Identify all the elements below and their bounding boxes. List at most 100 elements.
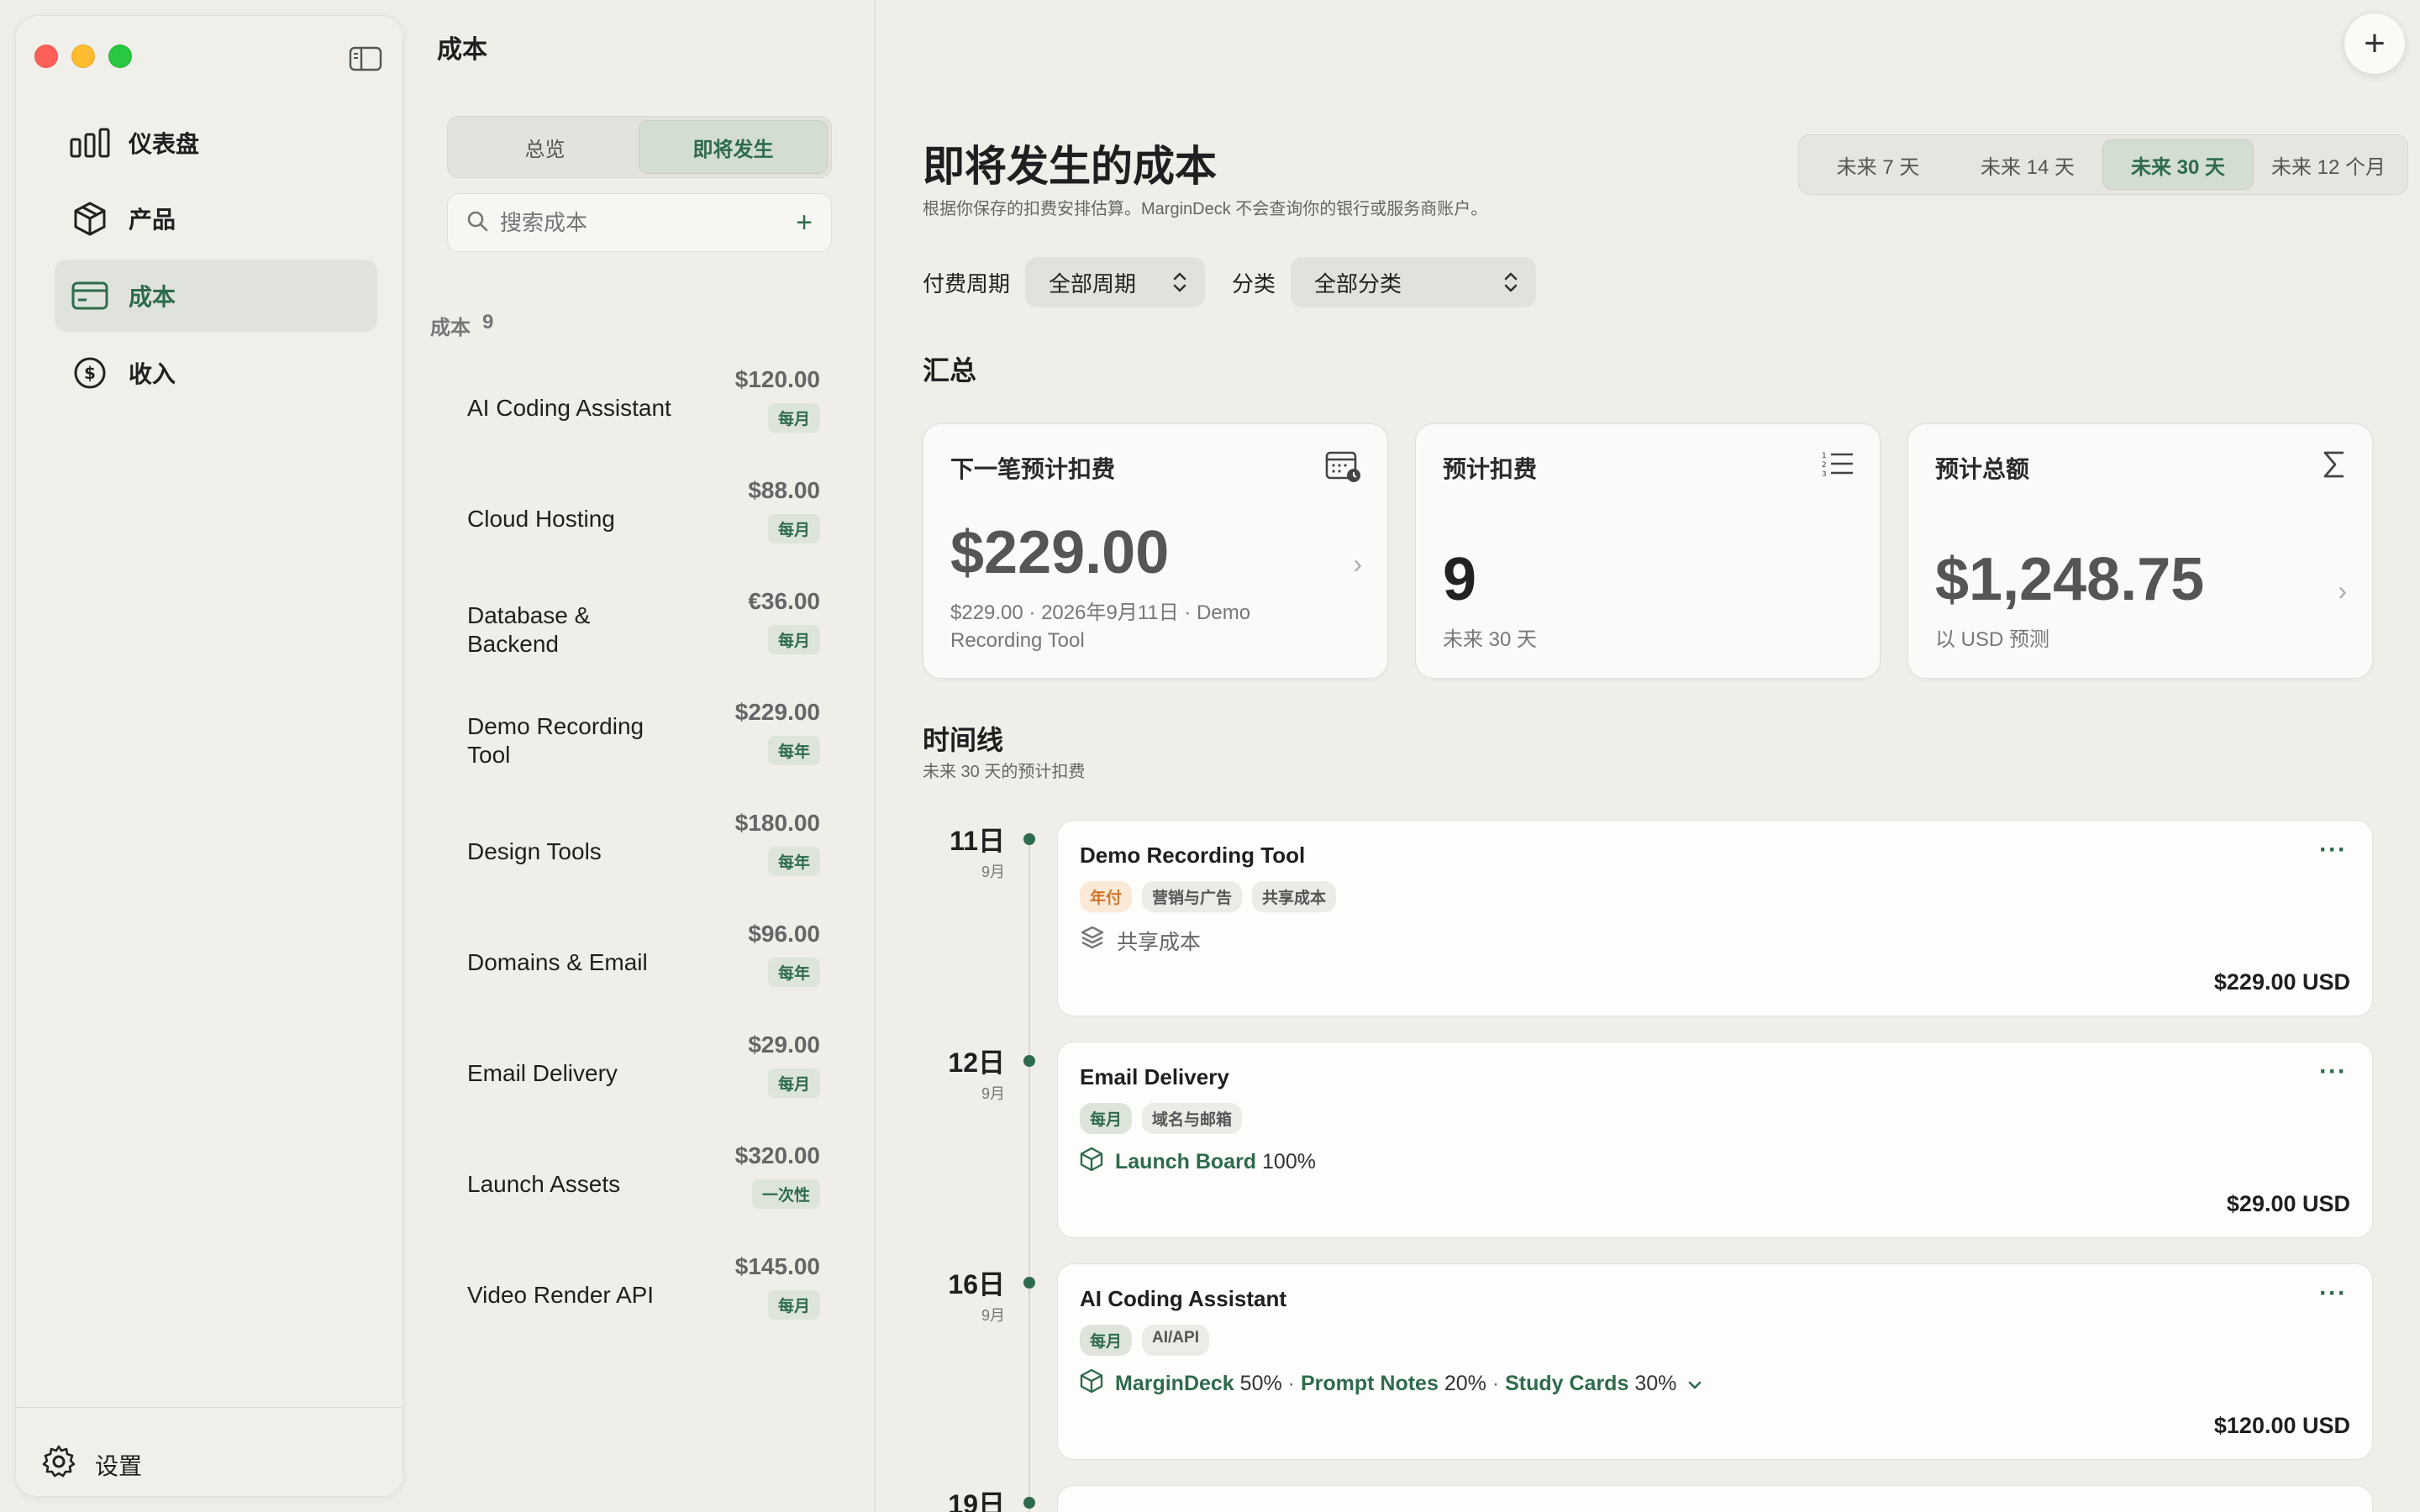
cycle-filter-select[interactable]: 全部周期	[1025, 257, 1206, 307]
tab-overview[interactable]: 总览	[451, 120, 639, 174]
timeline-card[interactable]: Demo Recording Tool ··· 年付 营销与广告 共享成本 共享…	[1057, 820, 2373, 1016]
cost-name: Domains & Email	[467, 949, 648, 975]
range-7-days[interactable]: 未来 7 天	[1803, 139, 1953, 190]
search-bar: +	[447, 193, 832, 252]
layers-icon	[1080, 925, 1105, 956]
tag: 共享成本	[1252, 881, 1337, 912]
timeline-date: 19日	[913, 1483, 1005, 1512]
list-item[interactable]: Demo Recording Tool $229.00 每年	[467, 690, 820, 791]
list-item[interactable]: Launch Assets $320.00 一次性	[467, 1134, 820, 1235]
sidebar-item-products[interactable]: 产品	[55, 182, 377, 255]
timeline-day: 16日	[948, 1269, 1005, 1299]
card-icon	[70, 276, 110, 316]
timeline-amount: $120.00 USD	[2213, 1413, 2350, 1438]
cycle-badge: 每月	[767, 625, 820, 654]
list-tab-switcher: 总览 即将发生	[447, 116, 832, 178]
list-item[interactable]: AI Coding Assistant $120.00 每月	[467, 358, 820, 459]
cost-name: Database & Backend	[467, 602, 591, 657]
list-item[interactable]: Email Delivery $29.00 每月	[467, 1023, 820, 1124]
more-options-icon[interactable]: ···	[2319, 1279, 2347, 1308]
dollar-circle-icon: $	[70, 353, 110, 393]
timeline-title: 时间线	[923, 725, 1004, 755]
more-options-icon[interactable]: ···	[2319, 1058, 2347, 1086]
timeline-card[interactable]: Email Delivery ··· 每月 域名与邮箱 Launch Board…	[1057, 1042, 2373, 1238]
timeline-dot	[1023, 833, 1035, 845]
allocation-product[interactable]: Launch Board	[1115, 1150, 1256, 1173]
timeline-month: 9月	[981, 1085, 1005, 1102]
sidebar-item-revenue[interactable]: $ 收入	[55, 337, 377, 409]
timeline-cost-name: Email Delivery	[1080, 1064, 1229, 1089]
page-title: 即将发生的成本	[923, 143, 1217, 190]
svg-text:3: 3	[1822, 470, 1827, 479]
allocation-text: 共享成本	[1117, 930, 1202, 954]
timeline-card[interactable]	[1057, 1485, 2373, 1512]
sidebar-toggle-icon[interactable]	[349, 46, 382, 71]
cycle-badge: 一次性	[751, 1179, 820, 1209]
search-input[interactable]	[500, 209, 785, 236]
allocation-product[interactable]: Prompt Notes	[1301, 1372, 1439, 1395]
more-options-icon[interactable]: ···	[2319, 836, 2347, 864]
next-charge-card[interactable]: 下一笔预计扣费 $229.00 $229.00 · 2026年9月11日 · D…	[923, 423, 1388, 679]
list-section-header: 成本 9	[430, 311, 493, 340]
allocation-product[interactable]: MarginDeck	[1115, 1372, 1234, 1395]
list-item[interactable]: Domains & Email $96.00 每年	[467, 912, 820, 1013]
timeline-card[interactable]: AI Coding Assistant ··· 每月 AI/API Margin…	[1057, 1263, 2373, 1460]
total-card[interactable]: 预计总额 $1,248.75 以 USD 预测 ›	[1907, 423, 2373, 679]
add-cost-icon[interactable]: +	[796, 208, 813, 237]
sidebar-item-costs[interactable]: 成本	[55, 260, 377, 332]
charge-count-card[interactable]: 预计扣费 123 9 未来 30 天	[1415, 423, 1881, 679]
separator-dot: ·	[1287, 1372, 1301, 1395]
list-item[interactable]: Cloud Hosting $88.00 每月	[467, 469, 820, 570]
sidebar-item-label: 仪表盘	[129, 131, 200, 157]
timeline-date: 16日 9月	[913, 1263, 1005, 1326]
box-icon	[1080, 1368, 1103, 1399]
timeline-dot	[1023, 1055, 1035, 1067]
minimize-window-button[interactable]	[71, 45, 95, 68]
tag: 域名与邮箱	[1142, 1103, 1243, 1134]
cycle-filter-value: 全部周期	[1049, 270, 1137, 297]
settings-button[interactable]: 设置	[41, 1444, 142, 1485]
cost-amount: $29.00	[748, 1032, 820, 1058]
cycle-filter-label: 付费周期	[923, 270, 1011, 297]
filter-bar: 付费周期 全部周期 分类 全部分类	[923, 257, 1537, 307]
cost-amount: $180.00	[734, 810, 820, 836]
list-item[interactable]: Video Render API $145.00 每月	[467, 1245, 820, 1346]
settings-label: 设置	[95, 1452, 143, 1479]
page-subtitle: 根据你保存的扣费安排估算。MarginDeck 不会查询你的银行或服务商账户。	[923, 200, 1488, 218]
range-14-days[interactable]: 未来 14 天	[1953, 139, 2102, 190]
category-filter-select[interactable]: 全部分类	[1291, 257, 1537, 307]
list-item[interactable]: Design Tools $180.00 每年	[467, 801, 820, 902]
time-range-switcher: 未来 7 天 未来 14 天 未来 30 天 未来 12 个月	[1798, 134, 2408, 195]
separator-dot: ·	[1491, 1372, 1506, 1395]
window-controls	[34, 45, 132, 68]
tab-upcoming[interactable]: 即将发生	[639, 120, 828, 174]
card-subtext: 以 USD 预测	[1935, 628, 2050, 651]
sidebar-item-dashboard[interactable]: 仪表盘	[55, 107, 377, 179]
tag: 每月	[1080, 1103, 1133, 1134]
range-30-days[interactable]: 未来 30 天	[2102, 139, 2254, 190]
cycle-badge: 每年	[767, 847, 820, 876]
cost-name: Video Render API	[467, 1282, 655, 1308]
allocation-product[interactable]: Study Cards	[1505, 1372, 1628, 1395]
timeline-cost-name: Demo Recording Tool	[1080, 843, 1306, 868]
allocation-row: MarginDeck 50% · Prompt Notes 20% · Stud…	[1080, 1368, 1702, 1399]
gear-icon	[41, 1444, 76, 1485]
timeline-amount: $29.00 USD	[2226, 1191, 2350, 1216]
timeline-dot	[1023, 1277, 1035, 1289]
numbered-list-icon: 123	[1821, 449, 1854, 484]
plus-icon: +	[2364, 23, 2386, 64]
list-item[interactable]: Database & Backend €36.00 每月	[467, 580, 820, 680]
cost-name: Cloud Hosting	[467, 506, 615, 532]
timeline-day: 11日	[950, 826, 1005, 856]
card-value: $229.00	[950, 519, 1170, 586]
chevron-down-icon[interactable]	[1688, 1372, 1702, 1396]
close-window-button[interactable]	[34, 45, 58, 68]
sidebar-item-label: 成本	[129, 284, 176, 310]
sidebar: 仪表盘 产品 成本 $ 收入 设置	[15, 15, 403, 1497]
card-subtext: 未来 30 天	[1443, 628, 1538, 651]
cycle-badge: 每月	[767, 514, 820, 543]
range-12-months[interactable]: 未来 12 个月	[2254, 139, 2403, 190]
add-button[interactable]: +	[2344, 13, 2405, 74]
zoom-window-button[interactable]	[108, 45, 132, 68]
allocation-row: 共享成本	[1080, 925, 1201, 956]
